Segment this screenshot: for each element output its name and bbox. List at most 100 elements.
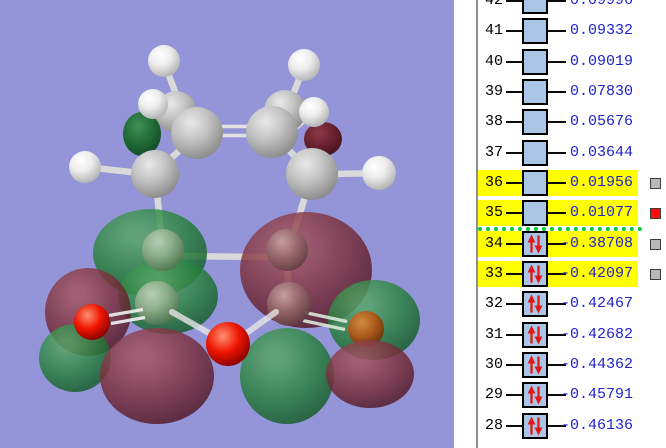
orbital-box-occupied[interactable]	[522, 260, 548, 287]
mo-row-33[interactable]: 33 -0.42097	[478, 260, 666, 292]
oxygen-atom[interactable]	[206, 322, 250, 366]
orbital-box-virtual[interactable]	[522, 48, 548, 75]
level-line-left	[506, 394, 522, 397]
level-line-left	[506, 90, 522, 93]
hydrogen-atom[interactable]	[138, 89, 168, 119]
molecule-viewport[interactable]	[0, 0, 454, 448]
orbital-energy: 0.01956	[561, 173, 634, 191]
orbital-box-occupied[interactable]	[522, 352, 548, 378]
occupied-virtual-divider	[478, 227, 642, 231]
orbital-number: 32	[484, 295, 503, 313]
mo-row-32[interactable]: 32 -0.42467	[478, 291, 666, 322]
mo-row-34[interactable]: 34 -0.38708	[478, 230, 666, 262]
orbital-box-virtual[interactable]	[522, 139, 548, 166]
carbon-atom[interactable]	[267, 282, 311, 326]
selection-marker-gray[interactable]	[650, 177, 661, 189]
orbital-energy: -0.42682	[561, 325, 634, 343]
orbital-number: 31	[484, 325, 503, 343]
spin-up-down-arrows	[527, 264, 543, 284]
carbon-atom[interactable]	[286, 148, 338, 200]
selection-marker-gray[interactable]	[650, 268, 661, 280]
level-line-left	[506, 212, 522, 215]
orbital-energy: 0.07830	[561, 82, 634, 100]
level-line-left	[506, 272, 522, 275]
orbital-energy: 0.03644	[561, 143, 634, 161]
orbital-energy: 0.01077	[561, 204, 634, 222]
level-line-left	[506, 121, 522, 124]
mo-row-40[interactable]: 40 0.09019	[478, 48, 666, 80]
orbital-box-virtual[interactable]	[522, 18, 548, 45]
orbital-box-virtual[interactable]	[522, 169, 548, 196]
orbital-energy: 0.05676	[561, 113, 634, 131]
orbital-number: 38	[484, 113, 503, 131]
hydrogen-atom[interactable]	[362, 156, 396, 190]
mo-row-41[interactable]: 41 0.09332	[478, 18, 666, 49]
orbital-number: 36	[484, 173, 503, 191]
mo-energy-list[interactable]: 42 0.09996 41 0.09332 40 0.09019 39 0.07830…	[476, 0, 666, 448]
orbital-energy: -0.46136	[561, 416, 634, 434]
spin-up-down-arrows	[527, 294, 543, 314]
orbital-box-occupied[interactable]	[522, 412, 548, 439]
mo-row-29[interactable]: 29 -0.45791	[478, 382, 666, 413]
carbon-atom[interactable]	[131, 150, 179, 198]
spin-up-down-arrows	[527, 325, 543, 345]
spin-up-down-arrows	[527, 234, 543, 254]
panel-gutter	[454, 0, 476, 448]
level-line-left	[506, 0, 522, 2]
level-line-left	[506, 424, 522, 427]
orbital-box-occupied[interactable]	[522, 230, 548, 257]
level-line-left	[506, 242, 522, 245]
mo-row-42[interactable]: 42 0.09996	[478, 0, 666, 19]
selection-marker-gray[interactable]	[650, 238, 661, 250]
orbital-lobe-negative	[326, 340, 414, 408]
orbital-number: 34	[484, 234, 503, 252]
orbital-box-virtual[interactable]	[522, 0, 548, 14]
orbital-energy: -0.42097	[561, 264, 634, 282]
orbital-energy: -0.45791	[561, 386, 634, 404]
orbital-energy: -0.38708	[561, 234, 634, 252]
mo-row-28[interactable]: 28 -0.46136	[478, 412, 666, 444]
orbital-box-virtual[interactable]	[522, 109, 548, 136]
mo-row-39[interactable]: 39 0.07830	[478, 78, 666, 110]
mo-row-30[interactable]: 30 -0.44362	[478, 352, 666, 383]
hydrogen-atom[interactable]	[148, 45, 180, 77]
spin-up-down-arrows	[527, 355, 543, 375]
gaussview-surface-window: 42 0.09996 41 0.09332 40 0.09019 39 0.07830…	[0, 0, 666, 448]
orbital-number: 42	[484, 0, 503, 9]
mo-row-31[interactable]: 31 -0.42682	[478, 321, 666, 353]
level-line-left	[506, 333, 522, 336]
orbital-box-occupied[interactable]	[522, 321, 548, 348]
mo-row-36[interactable]: 36 0.01956	[478, 169, 666, 201]
orbital-energy: -0.44362	[561, 356, 634, 373]
orbital-box-virtual[interactable]	[522, 78, 548, 105]
spin-up-down-arrows	[527, 416, 543, 436]
mo-row-38[interactable]: 38 0.05676	[478, 109, 666, 140]
selection-marker-red[interactable]	[650, 208, 661, 220]
orbital-number: 40	[484, 52, 503, 70]
orbital-energy: 0.09019	[561, 52, 634, 70]
carbon-atom[interactable]	[142, 229, 184, 271]
hydrogen-atom[interactable]	[288, 49, 320, 81]
level-line-left	[506, 60, 522, 63]
orbital-energy: 0.09332	[561, 22, 634, 40]
orbital-box-occupied[interactable]	[522, 382, 548, 409]
carbon-atom[interactable]	[266, 229, 308, 271]
carbon-atom[interactable]	[171, 107, 223, 159]
hydrogen-atom[interactable]	[299, 97, 329, 127]
orbital-energy: 0.09996	[561, 0, 634, 9]
orbital-number: 37	[484, 143, 503, 161]
orbital-box-virtual[interactable]	[522, 200, 548, 227]
hydrogen-atom[interactable]	[69, 151, 101, 183]
level-line-left	[506, 364, 522, 366]
orbital-number: 30	[484, 356, 503, 373]
oxygen-atom[interactable]	[74, 304, 110, 340]
molecule-orbital-render	[0, 0, 454, 448]
orbital-energy: -0.42467	[561, 295, 634, 313]
orbital-box-occupied[interactable]	[522, 291, 548, 318]
orbital-number: 33	[484, 264, 503, 282]
carbon-atom[interactable]	[246, 106, 298, 158]
orbital-number: 28	[484, 416, 503, 434]
mo-row-37[interactable]: 37 0.03644	[478, 139, 666, 171]
orbital-number: 35	[484, 204, 503, 222]
level-line-left	[506, 30, 522, 33]
